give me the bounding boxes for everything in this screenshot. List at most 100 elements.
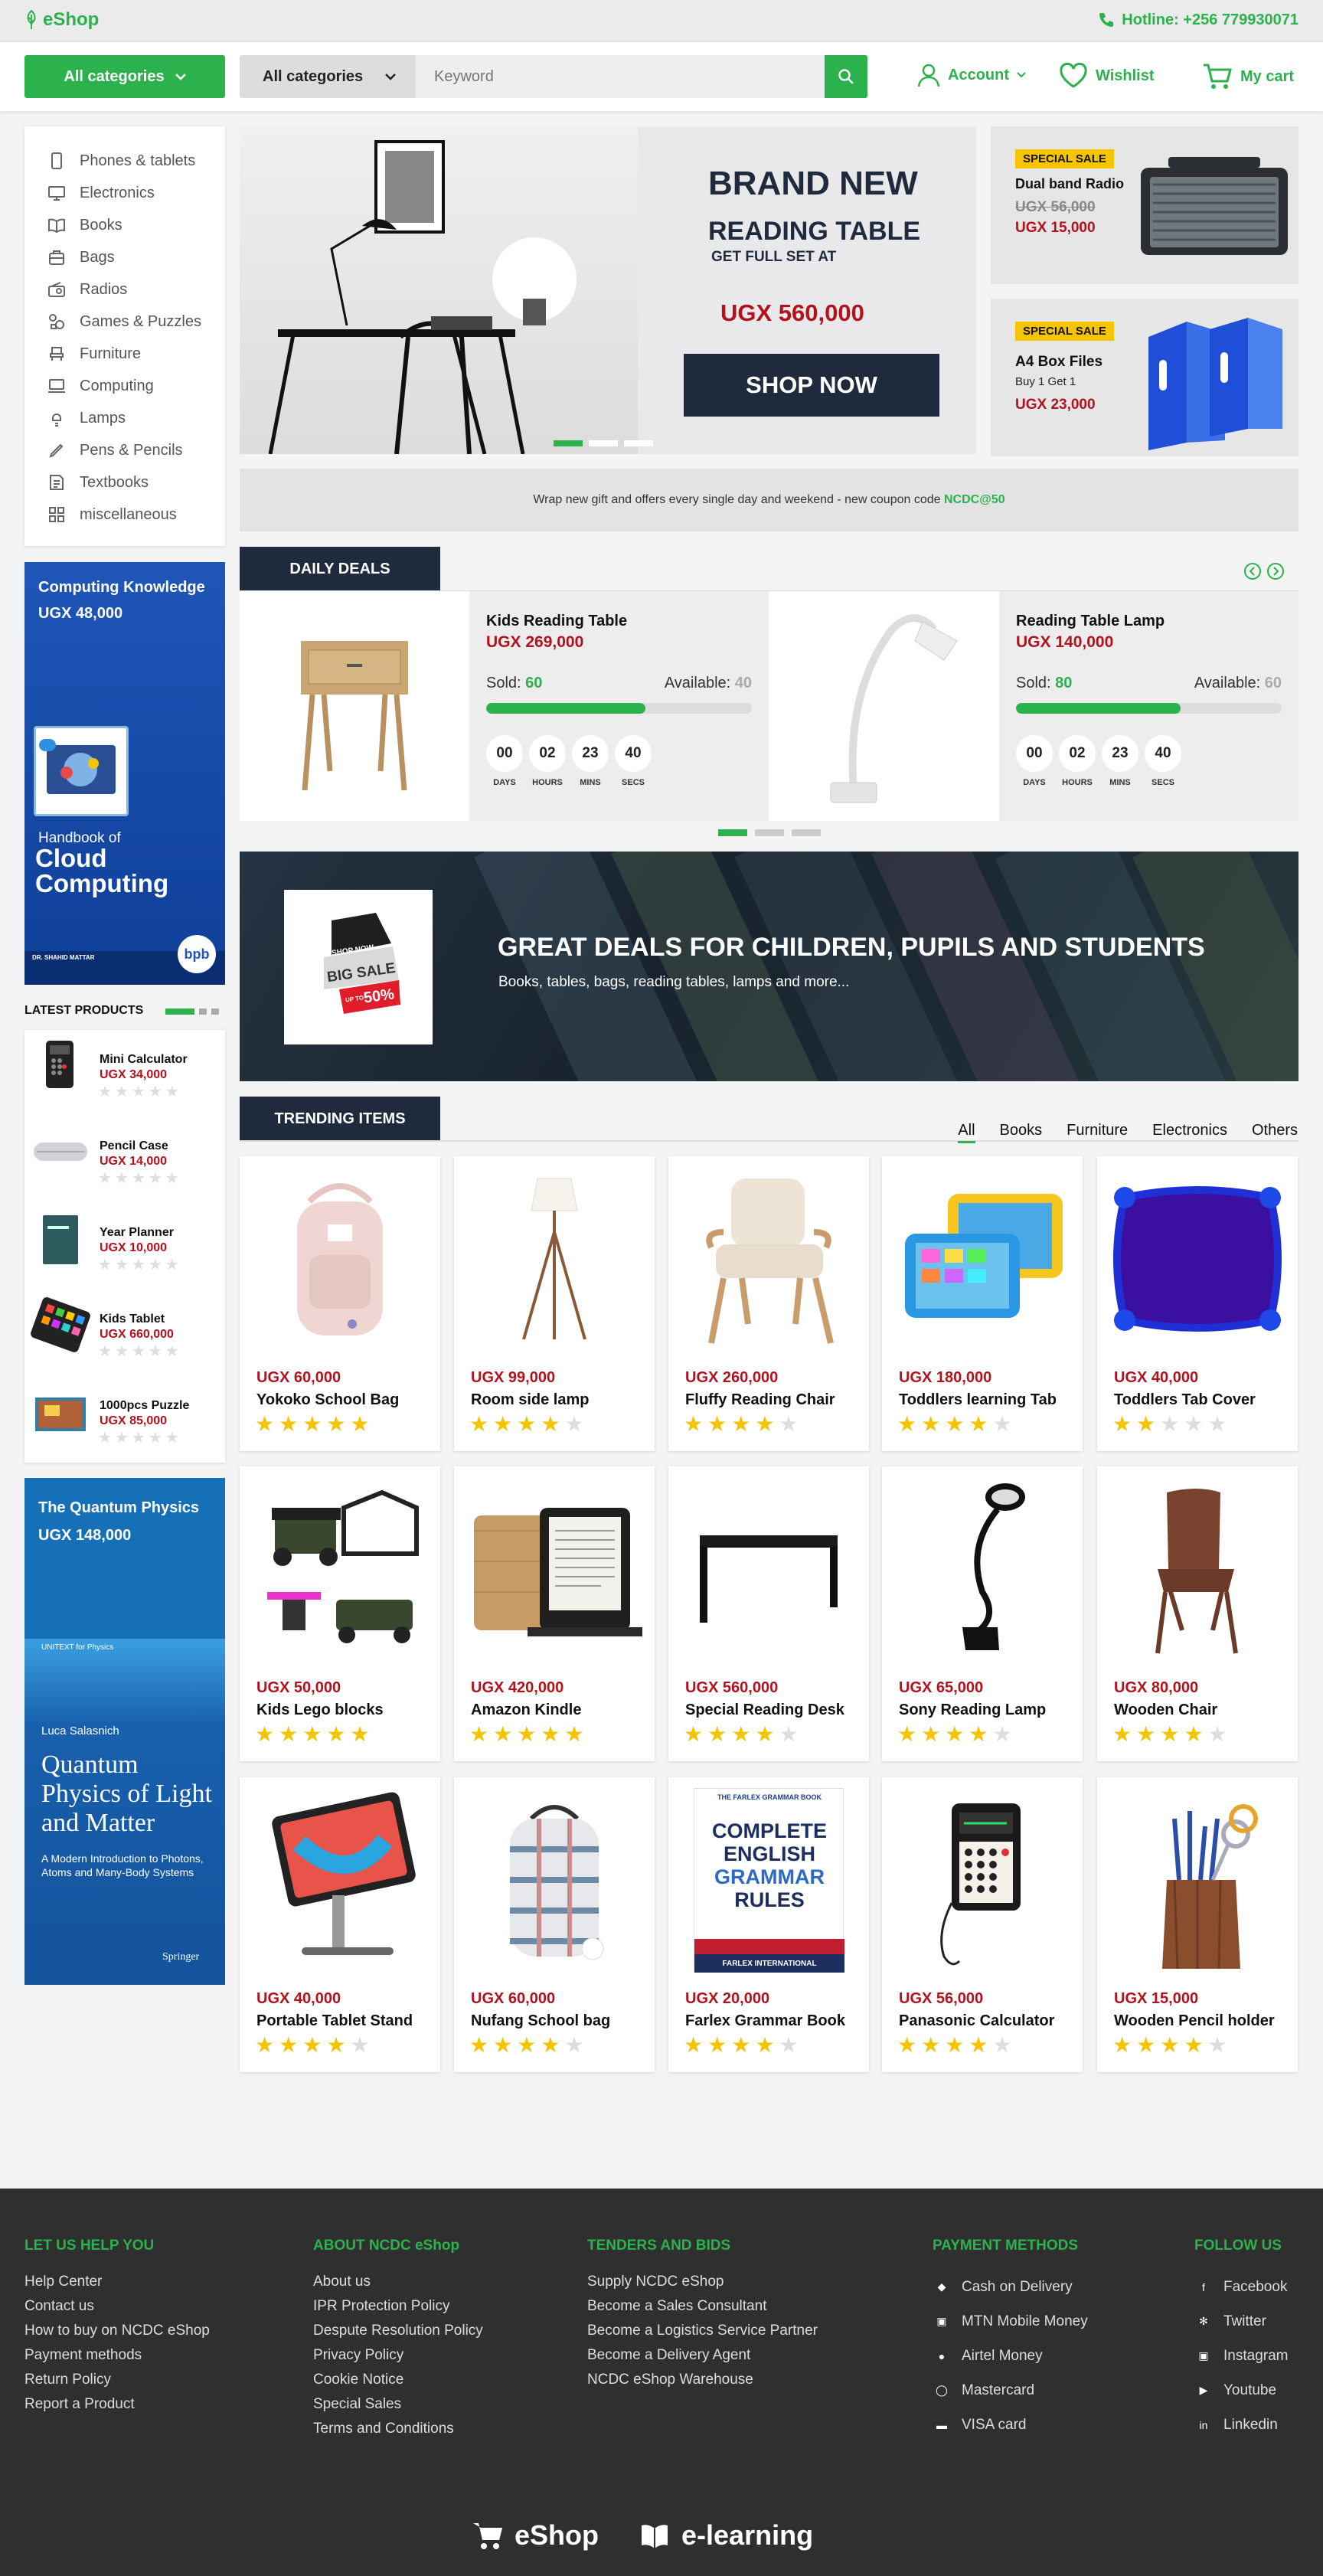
product-card[interactable]: UGX 40,000 Toddlers Tab Cover ★ ★ ★ ★ ★	[1097, 1156, 1298, 1451]
latest-product-item[interactable]: 1000pcs Puzzle UGX 85,000 ★ ★ ★ ★ ★	[24, 1376, 225, 1460]
category-item-phones-tablets[interactable]: Phones & tablets	[24, 145, 225, 177]
eshop-brand[interactable]: eShop	[472, 2519, 599, 2551]
promo-computing-knowledge[interactable]: Computing Knowledge UGX 48,000 Handbook …	[24, 562, 225, 985]
latest-product-item[interactable]: Year Planner UGX 10,000 ★ ★ ★ ★ ★	[24, 1203, 225, 1287]
deals-pager[interactable]	[718, 829, 821, 836]
footer-link[interactable]: ◯ Mastercard	[933, 2373, 1088, 2408]
footer-link[interactable]: ▶ Youtube	[1194, 2373, 1288, 2408]
footer-link[interactable]: Despute Resolution Policy	[313, 2319, 483, 2343]
all-categories-button[interactable]: All categories	[24, 55, 225, 98]
footer-link[interactable]: Return Policy	[24, 2368, 210, 2392]
pager-dot[interactable]	[199, 1008, 207, 1015]
footer-link[interactable]: ◆ Cash on Delivery	[933, 2270, 1088, 2304]
pager-dot[interactable]	[589, 440, 618, 446]
elearning-brand[interactable]: e-learning	[639, 2519, 813, 2551]
footer-link[interactable]: How to buy on NCDC eShop	[24, 2319, 210, 2343]
hotline[interactable]: Hotline: +256 779930071	[1097, 11, 1298, 29]
product-card[interactable]: THE FARLEX GRAMMAR BOOK COMPLETE ENGLISH GR…	[668, 1777, 869, 2072]
footer-link[interactable]: Become a Delivery Agent	[587, 2343, 818, 2368]
footer-link[interactable]: IPR Protection Policy	[313, 2294, 483, 2319]
product-card[interactable]: UGX 65,000 Sony Reading Lamp ★ ★ ★ ★ ★	[882, 1466, 1083, 1761]
pager-dot[interactable]	[624, 440, 653, 446]
footer-link[interactable]: About us	[313, 2270, 483, 2294]
tab-furniture[interactable]: Furniture	[1067, 1122, 1128, 1143]
category-item-bags[interactable]: Bags	[24, 241, 225, 273]
category-item-miscellaneous[interactable]: miscellaneous	[24, 499, 225, 531]
category-item-pens-pencils[interactable]: Pens & Pencils	[24, 434, 225, 466]
footer-link[interactable]: Become a Sales Consultant	[587, 2294, 818, 2319]
footer-link[interactable]: Report a Product	[24, 2392, 210, 2417]
footer-link[interactable]: ● Airtel Money	[933, 2339, 1088, 2373]
pager-dot-active[interactable]	[554, 440, 583, 446]
product-card[interactable]: UGX 60,000 Yokoko School Bag ★ ★ ★ ★ ★	[240, 1156, 440, 1451]
hero-banner[interactable]: BRAND NEW READING TABLE GET FULL SET AT …	[240, 126, 976, 454]
search-input[interactable]	[416, 55, 825, 98]
pager-dot-active[interactable]	[165, 1008, 194, 1015]
product-card[interactable]: UGX 260,000 Fluffy Reading Chair ★ ★ ★ ★ ★	[668, 1156, 869, 1451]
latest-product-item[interactable]: Pencil Case UGX 14,000 ★ ★ ★ ★ ★	[24, 1116, 225, 1201]
product-card[interactable]: UGX 40,000 Portable Tablet Stand ★ ★ ★ ★ ★	[240, 1777, 440, 2072]
product-card[interactable]: UGX 60,000 Nufang School bag ★ ★ ★ ★ ★	[454, 1777, 655, 2072]
pager-dot-active[interactable]	[718, 829, 747, 836]
deal-card[interactable]: Kids Reading Table UGX 269,000 Sold: 60 Ava…	[240, 591, 769, 821]
footer-link[interactable]: Terms and Conditions	[313, 2417, 483, 2441]
product-card[interactable]: UGX 80,000 Wooden Chair ★ ★ ★ ★ ★	[1097, 1466, 1298, 1761]
tab-electronics[interactable]: Electronics	[1152, 1122, 1227, 1143]
pager-dot[interactable]	[792, 829, 821, 836]
footer-link[interactable]: ▣ MTN Mobile Money	[933, 2304, 1087, 2339]
footer-link[interactable]: Privacy Policy	[313, 2343, 483, 2368]
tab-books[interactable]: Books	[1000, 1122, 1043, 1143]
product-card[interactable]: UGX 420,000 Amazon Kindle ★ ★ ★ ★ ★	[454, 1466, 655, 1761]
logo[interactable]: eShop	[24, 9, 99, 31]
product-card[interactable]: UGX 560,000 Special Reading Desk ★ ★ ★ ★ ★	[668, 1466, 869, 1761]
tab-all[interactable]: All	[958, 1122, 975, 1143]
pager-dot[interactable]	[211, 1008, 219, 1015]
footer-link[interactable]: Contact us	[24, 2294, 210, 2319]
account-menu[interactable]: Account	[917, 63, 1026, 87]
shop-now-button[interactable]: SHOP NOW	[684, 354, 939, 417]
footer-link[interactable]: Cookie Notice	[313, 2368, 483, 2392]
footer-link[interactable]: Payment methods	[24, 2343, 210, 2368]
product-card[interactable]: UGX 180,000 Toddlers learning Tab ★ ★ ★ ★ ★	[882, 1156, 1083, 1451]
category-item-books[interactable]: Books	[24, 209, 225, 241]
tab-others[interactable]: Others	[1252, 1122, 1298, 1143]
latest-product-item[interactable]: Kids Tablet UGX 660,000 ★ ★ ★ ★ ★	[24, 1290, 225, 1374]
side-promo-box-files[interactable]: SPECIAL SALE A4 Box Files Buy 1 Get 1 UG…	[991, 299, 1298, 456]
footer-link[interactable]: Supply NCDC eShop	[587, 2270, 818, 2294]
footer-link[interactable]: NCDC eShop Warehouse	[587, 2368, 818, 2392]
search-category-select[interactable]: All categories	[240, 55, 416, 98]
footer-link[interactable]: Special Sales	[313, 2392, 483, 2417]
pager-dot[interactable]	[755, 829, 784, 836]
category-item-radios[interactable]: Radios	[24, 273, 225, 306]
footer-link[interactable]: Help Center	[24, 2270, 210, 2294]
latest-pager[interactable]	[165, 1008, 219, 1015]
side-promo-radio[interactable]: SPECIAL SALE Dual band Radio UGX 56,000 …	[991, 126, 1298, 284]
category-item-lamps[interactable]: Lamps	[24, 402, 225, 434]
latest-product-item[interactable]: Mini Calculator UGX 34,000 ★ ★ ★ ★ ★	[24, 1030, 225, 1114]
category-item-electronics[interactable]: Electronics	[24, 177, 225, 209]
footer-link[interactable]: ▬ VISA card	[933, 2408, 1088, 2442]
coupon-code[interactable]: NCDC@50	[944, 493, 1005, 507]
product-card[interactable]: UGX 99,000 Room side lamp ★ ★ ★ ★ ★	[454, 1156, 655, 1451]
wishlist-link[interactable]: Wishlist	[1059, 63, 1155, 89]
search-button[interactable]	[825, 55, 867, 98]
deal-card[interactable]: Reading Table Lamp UGX 140,000 Sold: 80 Ava…	[769, 591, 1298, 821]
category-item-furniture[interactable]: Furniture	[24, 338, 225, 370]
product-card[interactable]: UGX 56,000 Panasonic Calculator ★ ★ ★ ★ ★	[882, 1777, 1083, 2072]
promo-quantum-physics[interactable]: The Quantum Physics UGX 148,000 UNITEXT …	[24, 1478, 225, 1985]
footer-link[interactable]: in Linkedin	[1194, 2408, 1288, 2442]
great-deals-banner[interactable]: SHOP NOW BIG SALE UP TO 50% GREAT DEALS …	[240, 852, 1298, 1081]
footer-link[interactable]: ✻ Twitter	[1194, 2304, 1288, 2339]
footer-link[interactable]: f Facebook	[1194, 2270, 1288, 2304]
hero-pager[interactable]	[554, 440, 653, 446]
footer-link[interactable]: Become a Logistics Service Partner	[587, 2319, 818, 2343]
arrow-left-icon[interactable]	[1243, 562, 1262, 580]
product-card[interactable]: UGX 50,000 Kids Lego blocks ★ ★ ★ ★ ★	[240, 1466, 440, 1761]
category-item-games-puzzles[interactable]: Games & Puzzles	[24, 306, 225, 338]
category-item-computing[interactable]: Computing	[24, 370, 225, 402]
category-item-textbooks[interactable]: Textbooks	[24, 466, 225, 499]
arrow-right-icon[interactable]	[1266, 562, 1285, 580]
footer-link[interactable]: ▣ Instagram	[1194, 2339, 1288, 2373]
cart-link[interactable]: My cart	[1202, 63, 1294, 90]
product-card[interactable]: UGX 15,000 Wooden Pencil holder ★ ★ ★ ★ ★	[1097, 1777, 1298, 2072]
